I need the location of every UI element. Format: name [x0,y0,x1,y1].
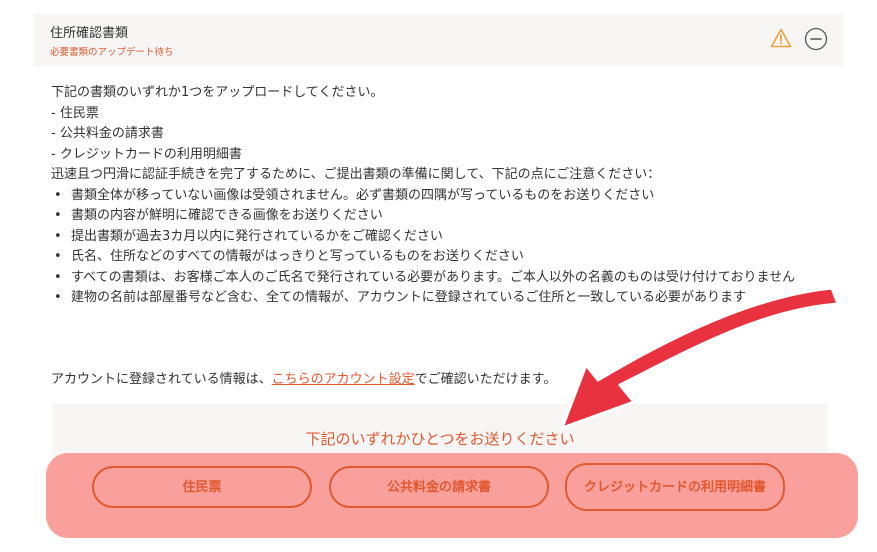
account-prefix: アカウントに登録されている情報は、 [51,372,272,387]
doc-type-item: - 公共料金の請求書 [51,126,164,141]
minus-circle-icon[interactable] [804,27,828,51]
section-title: 住所確認書類 [50,26,129,41]
warning-triangle-icon [770,28,792,48]
note-item: 提出書類が過去3カ月以内に発行されているかをご確認ください [51,227,841,248]
send-title: 下記のいずれかひとつをお送りください [305,430,575,448]
credit-card-statement-button[interactable]: クレジットカードの利用明細書 [565,463,785,511]
doc-type-item: - 住民票 [51,105,99,121]
status-text: 必要書類のアップデート待ち [50,47,174,58]
section-header[interactable]: 住所確認書類 必要書類のアップデート待ち [34,14,844,66]
note-item: 書類の内容が鮮明に確認できる画像をお送りください [51,206,841,227]
utility-bill-button[interactable]: 公共料金の請求書 [329,466,549,508]
note-item: 氏名、住所などのすべての情報がはっきりと写っているものをお送りください [51,247,841,268]
note-item: すべての書類は、お客様ご本人のご氏名で発行されている必要があります。ご本人以外の… [51,268,841,289]
notes-list: 書類全体が移っていない画像は受領されません。必ず書類の四隅が写っているものをお送… [51,186,841,309]
account-settings-link[interactable]: こちらのアカウント設定 [272,372,415,387]
doc-type-item: - クレジットカードの利用明細書 [51,146,242,162]
resident-certificate-button[interactable]: 住民票 [92,466,312,508]
note-item: 書類全体が移っていない画像は受領されません。必ず書類の四隅が写っているものをお送… [51,186,841,207]
account-suffix: でご確認いただけます。 [414,372,557,387]
intro-text: 下記の書類のいずれか1つをアップロードしてください。 [51,85,384,100]
account-info: アカウントに登録されている情報は、こちらのアカウント設定でご確認いただけます。 [51,368,556,387]
notes-intro: 迅速且つ円滑に認証手続きを完了するために、ご提出書類の準備に関して、下記の点にご… [51,167,661,182]
instructions: 下記の書類のいずれか1つをアップロードしてください。 - 住民票 - 公共料金の… [51,83,841,309]
note-item: 建物の名前は部屋番号など含む、全ての情報が、アカウントに登録されているご住所と一… [51,288,841,309]
